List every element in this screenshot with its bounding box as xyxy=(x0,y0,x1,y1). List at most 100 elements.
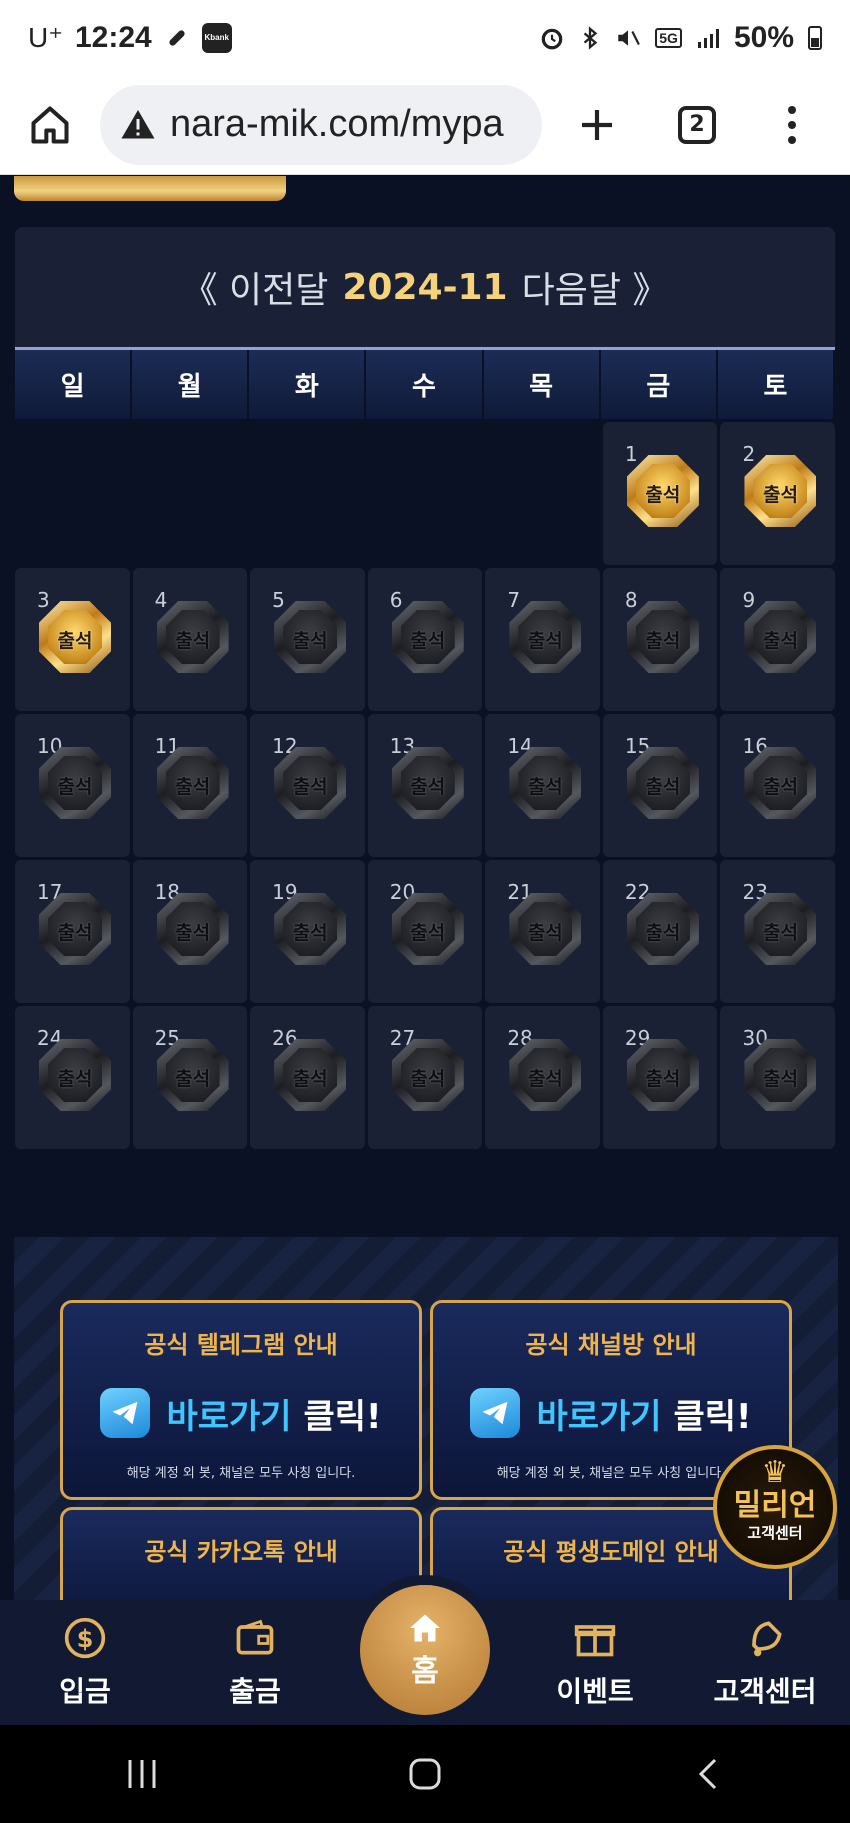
clock: 12:24 xyxy=(75,20,152,54)
calendar-day-cell[interactable]: 25 출석 xyxy=(132,1006,248,1149)
attendance-badge-unchecked: 출석 xyxy=(391,893,464,965)
calendar-day-cell[interactable]: 5 출석 xyxy=(250,568,365,711)
calendar-day-cell[interactable]: 26 출석 xyxy=(250,1006,365,1149)
calendar-day-cell[interactable]: 22 출석 xyxy=(602,860,718,1003)
calendar-day-cell[interactable]: 9 출석 xyxy=(720,568,836,711)
weekday-label: 일 xyxy=(15,350,133,419)
promo-section: 공식 텔레그램 안내 바로가기 클릭! 해당 계정 외 봇, 채널은 모두 사칭… xyxy=(14,1237,838,1600)
calendar-day-cell[interactable]: 29 출석 xyxy=(602,1006,718,1149)
calendar-day-cell[interactable]: 7 출석 xyxy=(485,568,600,711)
calendar-day-cell[interactable]: 18 출석 xyxy=(132,860,248,1003)
calendar-day-cell[interactable]: 10 출석 xyxy=(15,714,130,857)
calendar-day-cell[interactable]: 8 출석 xyxy=(602,568,718,711)
calendar-day-cell[interactable]: 21 출석 xyxy=(485,860,600,1003)
gold-tab-strip xyxy=(14,176,286,201)
attendance-badge-unchecked: 출석 xyxy=(509,1039,582,1111)
calendar-day-cell[interactable]: 15 출석 xyxy=(602,714,718,857)
badge-label: 출석 xyxy=(410,1068,446,1090)
browser-home-button[interactable] xyxy=(0,75,100,175)
calendar-week-row: 1 출석 2 출석 xyxy=(15,422,836,565)
calendar-day-cell[interactable]: 20 출석 xyxy=(367,860,483,1003)
nav-withdraw[interactable]: 출금 xyxy=(170,1600,340,1725)
badge-label: 출석 xyxy=(645,922,681,944)
telegram-icon xyxy=(100,1388,151,1438)
badge-label: 출석 xyxy=(645,1068,681,1090)
browser-toolbar: nara-mik.com/mypa 2 xyxy=(0,75,850,175)
weekday-label: 화 xyxy=(249,350,367,419)
attendance-badge-checked: 출석 xyxy=(744,455,817,527)
calendar-day-cell[interactable]: 2 출석 xyxy=(720,422,836,565)
badge-label: 출석 xyxy=(762,922,798,944)
attendance-badge-checked: 출석 xyxy=(39,601,111,673)
nav-home-button[interactable]: 홈 xyxy=(360,1585,490,1715)
attendance-badge-unchecked: 출석 xyxy=(744,893,817,965)
calendar-header: 《 이전달 2024-11 다음달 》 xyxy=(15,227,835,347)
calendar-empty-cell xyxy=(15,422,130,565)
url-text[interactable]: nara-mik.com/mypa xyxy=(170,103,504,146)
telegram-promo-card[interactable]: 공식 텔레그램 안내 바로가기 클릭! 해당 계정 외 봇, 채널은 모두 사칭… xyxy=(60,1300,422,1500)
prev-month-link[interactable]: 《 이전달 xyxy=(182,261,329,313)
attendance-badge-unchecked: 출석 xyxy=(39,1039,111,1111)
nav-support[interactable]: 고객센터 xyxy=(680,1600,850,1725)
calendar-day-cell[interactable]: 17 출석 xyxy=(15,860,130,1003)
nav-deposit[interactable]: $ 입금 xyxy=(0,1600,170,1725)
weekday-label: 토 xyxy=(717,350,835,419)
calendar-day-cell[interactable]: 30 출석 xyxy=(720,1006,836,1149)
calendar-day-cell[interactable]: 4 출석 xyxy=(132,568,248,711)
attendance-badge-unchecked: 출석 xyxy=(39,747,111,819)
calendar-day-cell[interactable]: 24 출석 xyxy=(15,1006,130,1149)
badge-label: 출석 xyxy=(527,1068,563,1090)
badge-label: 출석 xyxy=(410,922,446,944)
system-home-button[interactable] xyxy=(375,1744,475,1804)
back-button[interactable] xyxy=(658,1744,758,1804)
calendar-day-cell[interactable]: 11 출석 xyxy=(132,714,248,857)
calendar-day-cell[interactable]: 13 출석 xyxy=(367,714,483,857)
recent-apps-button[interactable] xyxy=(92,1744,192,1804)
calendar-day-cell[interactable]: 6 출석 xyxy=(367,568,483,711)
next-month-link[interactable]: 다음달 》 xyxy=(522,261,669,313)
calendar-week-row: 17 출석 18 출석 19 출석 20 출석 21 출석 22 출석 23 출석 xyxy=(15,860,836,1003)
weekday-label: 목 xyxy=(483,350,601,419)
attendance-badge-unchecked: 출석 xyxy=(156,1039,229,1111)
calendar-day-cell[interactable]: 28 출석 xyxy=(485,1006,600,1149)
badge-label: 출석 xyxy=(292,630,328,652)
calendar-day-cell[interactable]: 16 출석 xyxy=(720,714,836,857)
dollar-coin-icon: $ xyxy=(63,1616,107,1660)
badge-label: 출석 xyxy=(57,776,93,798)
promo-note: 해당 계정 외 봇, 채널은 모두 사칭 입니다. xyxy=(126,1466,356,1481)
calendar-day-cell[interactable]: 12 출석 xyxy=(250,714,365,857)
badge-label: 출석 xyxy=(57,1068,93,1090)
nav-label: 입금 xyxy=(59,1674,111,1708)
calendar-day-cell[interactable]: 1 출석 xyxy=(602,422,718,565)
go-button[interactable]: 바로가기 클릭! xyxy=(536,1389,751,1438)
support-float-button[interactable]: ♛ 밀리언 고객센터 xyxy=(713,1445,837,1569)
badge-label: 출석 xyxy=(527,776,563,798)
calendar-day-cell[interactable]: 19 출석 xyxy=(250,860,365,1003)
badge-label: 출석 xyxy=(762,776,798,798)
badge-label: 출석 xyxy=(175,1068,211,1090)
attendance-badge-unchecked: 출석 xyxy=(509,601,582,673)
go-button[interactable]: 바로가기 클릭! xyxy=(166,1389,381,1438)
calendar-day-cell[interactable]: 27 출석 xyxy=(367,1006,483,1149)
current-month: 2024-11 xyxy=(342,266,508,308)
new-tab-button[interactable] xyxy=(542,75,652,175)
calendar-empty-cell xyxy=(368,422,483,565)
attendance-badge-unchecked: 출석 xyxy=(274,601,347,673)
alarm-icon xyxy=(541,28,563,49)
badge-label: 출석 xyxy=(57,630,93,652)
kakaotalk-promo-card[interactable]: 공식 카카오톡 안내 xyxy=(60,1507,422,1600)
crown-icon: ♛ xyxy=(761,1455,789,1490)
calendar-day-cell[interactable]: 14 출석 xyxy=(485,714,600,857)
link-icon xyxy=(169,29,185,46)
calendar-day-cell[interactable]: 3 출석 xyxy=(15,568,130,711)
nav-event[interactable]: 이벤트 xyxy=(510,1600,680,1725)
attendance-badge-unchecked: 출석 xyxy=(156,747,229,819)
weekday-label: 금 xyxy=(600,350,718,419)
address-bar[interactable]: nara-mik.com/mypa xyxy=(100,84,542,165)
tab-switcher-button[interactable]: 2 xyxy=(652,75,742,175)
overflow-menu-button[interactable] xyxy=(742,75,842,175)
warning-icon[interactable] xyxy=(120,107,156,143)
network-5g-label: 5G xyxy=(655,27,682,48)
promo-title: 공식 카카오톡 안내 xyxy=(144,1538,338,1566)
calendar-day-cell[interactable]: 23 출석 xyxy=(720,860,836,1003)
